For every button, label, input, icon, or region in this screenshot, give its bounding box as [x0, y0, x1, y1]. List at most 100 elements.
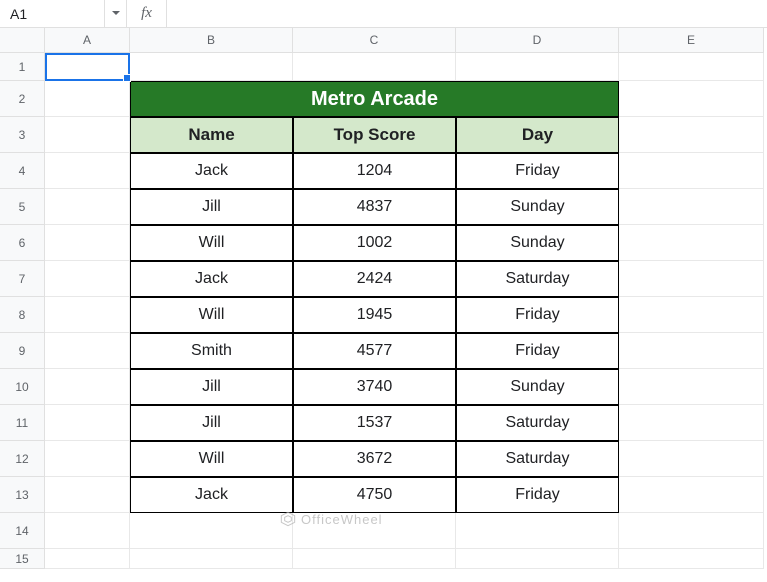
row-header-12[interactable]: 12	[0, 441, 45, 477]
cells-area[interactable]: Metro Arcade Name Top Score Day Jack1204…	[45, 53, 767, 569]
data-cell[interactable]: Saturday	[456, 441, 619, 477]
cell-a3[interactable]	[45, 117, 130, 153]
data-cell[interactable]: Smith	[130, 333, 293, 369]
data-cell[interactable]: 2424	[293, 261, 456, 297]
data-cell[interactable]: Sunday	[456, 189, 619, 225]
cell-e6[interactable]	[619, 225, 764, 261]
fx-icon: fx	[127, 0, 167, 27]
data-cell[interactable]: Friday	[456, 333, 619, 369]
data-cell[interactable]: 3740	[293, 369, 456, 405]
data-cell[interactable]: Jill	[130, 369, 293, 405]
row-header-3[interactable]: 3	[0, 117, 45, 153]
cell-a7[interactable]	[45, 261, 130, 297]
col-header-d[interactable]: D	[456, 28, 619, 53]
cell-a13[interactable]	[45, 477, 130, 513]
data-cell[interactable]: 4750	[293, 477, 456, 513]
cell-e7[interactable]	[619, 261, 764, 297]
cell-a11[interactable]	[45, 405, 130, 441]
cell-ref-dropdown[interactable]	[105, 0, 127, 27]
formula-input[interactable]	[167, 0, 767, 27]
row-header-2[interactable]: 2	[0, 81, 45, 117]
data-cell[interactable]: Jack	[130, 477, 293, 513]
cell-e11[interactable]	[619, 405, 764, 441]
data-cell[interactable]: Saturday	[456, 405, 619, 441]
data-cell[interactable]: 1945	[293, 297, 456, 333]
col-header-c[interactable]: C	[293, 28, 456, 53]
select-all-corner[interactable]	[0, 28, 45, 53]
col-header-b[interactable]: B	[130, 28, 293, 53]
cell-a1[interactable]	[45, 53, 130, 81]
cell-e8[interactable]	[619, 297, 764, 333]
cell-a2[interactable]	[45, 81, 130, 117]
row-header-9[interactable]: 9	[0, 333, 45, 369]
row-header-15[interactable]: 15	[0, 549, 45, 569]
cell-d1[interactable]	[456, 53, 619, 81]
column-headers: A B C D E	[45, 28, 764, 53]
row-header-7[interactable]: 7	[0, 261, 45, 297]
data-cell[interactable]: Saturday	[456, 261, 619, 297]
data-cell[interactable]: 1204	[293, 153, 456, 189]
data-cell[interactable]: Sunday	[456, 225, 619, 261]
cell-e3[interactable]	[619, 117, 764, 153]
row-header-14[interactable]: 14	[0, 513, 45, 549]
cell-a14[interactable]	[45, 513, 130, 549]
data-cell[interactable]: Friday	[456, 297, 619, 333]
data-cell[interactable]: Sunday	[456, 369, 619, 405]
cell-a15[interactable]	[45, 549, 130, 569]
cell-e12[interactable]	[619, 441, 764, 477]
cell-a10[interactable]	[45, 369, 130, 405]
cell-a12[interactable]	[45, 441, 130, 477]
data-cell[interactable]: 3672	[293, 441, 456, 477]
header-name[interactable]: Name	[130, 117, 293, 153]
row-header-11[interactable]: 11	[0, 405, 45, 441]
data-cell[interactable]: Will	[130, 225, 293, 261]
row-header-6[interactable]: 6	[0, 225, 45, 261]
cell-a8[interactable]	[45, 297, 130, 333]
cell-e9[interactable]	[619, 333, 764, 369]
cell-c1[interactable]	[293, 53, 456, 81]
cell-c15[interactable]	[293, 549, 456, 569]
row-header-1[interactable]: 1	[0, 53, 45, 81]
data-cell[interactable]: Jill	[130, 189, 293, 225]
data-cell[interactable]: 4577	[293, 333, 456, 369]
data-cell[interactable]: 1002	[293, 225, 456, 261]
cell-e2[interactable]	[619, 81, 764, 117]
cell-b15[interactable]	[130, 549, 293, 569]
cell-e10[interactable]	[619, 369, 764, 405]
cell-d14[interactable]	[456, 513, 619, 549]
row-header-5[interactable]: 5	[0, 189, 45, 225]
cell-reference-box[interactable]: A1	[0, 0, 105, 27]
data-cell[interactable]: 1537	[293, 405, 456, 441]
cell-a5[interactable]	[45, 189, 130, 225]
col-header-e[interactable]: E	[619, 28, 764, 53]
cell-e4[interactable]	[619, 153, 764, 189]
cell-a9[interactable]	[45, 333, 130, 369]
data-cell[interactable]: Jack	[130, 261, 293, 297]
data-cell[interactable]: Jill	[130, 405, 293, 441]
data-cell[interactable]: Friday	[456, 477, 619, 513]
cell-e14[interactable]	[619, 513, 764, 549]
col-header-a[interactable]: A	[45, 28, 130, 53]
row-header-10[interactable]: 10	[0, 369, 45, 405]
cell-a6[interactable]	[45, 225, 130, 261]
watermark-text: OfficeWheel	[301, 512, 383, 527]
cell-d15[interactable]	[456, 549, 619, 569]
data-cell[interactable]: Friday	[456, 153, 619, 189]
data-cell[interactable]: Will	[130, 297, 293, 333]
row-header-4[interactable]: 4	[0, 153, 45, 189]
cell-e13[interactable]	[619, 477, 764, 513]
data-cell[interactable]: 4837	[293, 189, 456, 225]
table-title[interactable]: Metro Arcade	[130, 81, 619, 117]
cell-b1[interactable]	[130, 53, 293, 81]
data-cell[interactable]: Will	[130, 441, 293, 477]
header-day[interactable]: Day	[456, 117, 619, 153]
cell-e1[interactable]	[619, 53, 764, 81]
data-cell[interactable]: Jack	[130, 153, 293, 189]
cell-e5[interactable]	[619, 189, 764, 225]
header-score[interactable]: Top Score	[293, 117, 456, 153]
row-header-13[interactable]: 13	[0, 477, 45, 513]
cell-e15[interactable]	[619, 549, 764, 569]
cell-a4[interactable]	[45, 153, 130, 189]
cell-b14[interactable]	[130, 513, 293, 549]
row-header-8[interactable]: 8	[0, 297, 45, 333]
